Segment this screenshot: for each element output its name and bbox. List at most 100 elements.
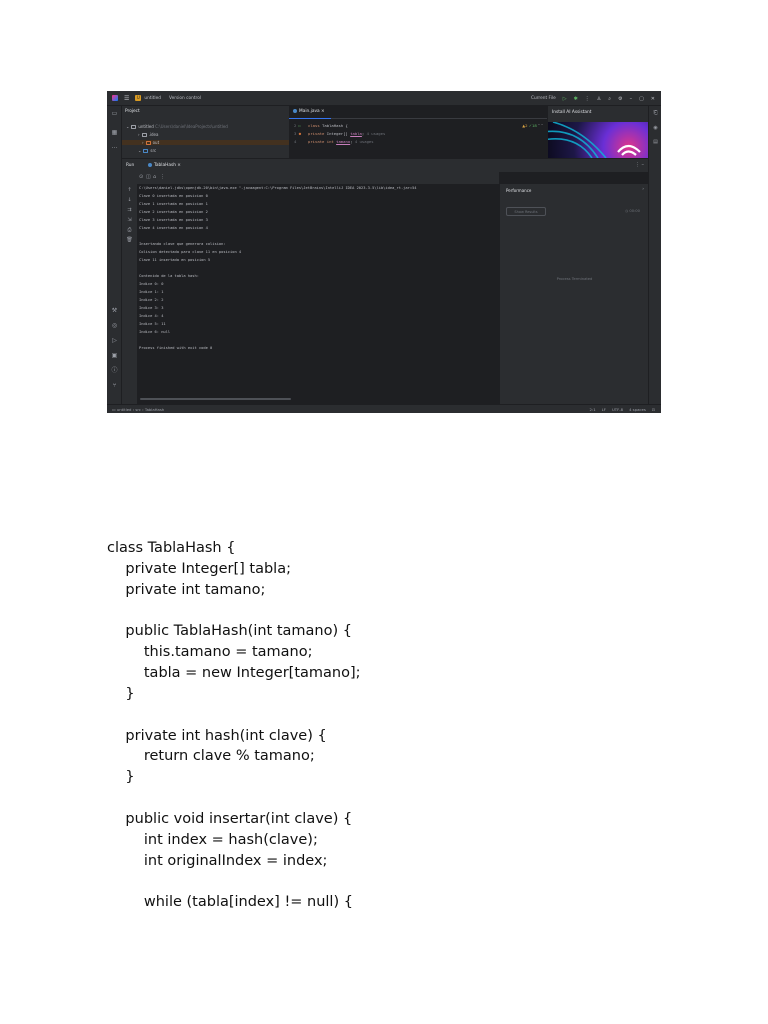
tree-item-idea[interactable]: › .idea [138,132,158,137]
database-icon[interactable]: ▤ [651,138,660,147]
run-icon[interactable]: ▷ [563,96,567,102]
intellij-logo-icon [112,95,118,101]
right-tool-bar: ⎗ ◉ ▤ [648,106,661,404]
console-output[interactable]: C:\Users\daniel.jdks\openjdk-20\bin\java… [137,184,499,404]
scroll-up-icon[interactable]: ↑ [125,186,134,195]
performance-panel: Performance › Show Results ◷ 00:00 Proce… [499,184,648,404]
show-results-button[interactable]: Show Results [506,207,546,216]
project-badge: U [135,95,142,101]
code-line: private Integer[] tabla; [107,560,291,577]
git-icon[interactable]: ⑂ [110,381,119,390]
tab-run-tablahash[interactable]: TablaHash × [144,159,185,173]
console-side-toolbar: ↑ ↓ ⇉ ⇲ ⎙ 🗑 [122,172,137,404]
project-panel-header[interactable]: Project [125,109,140,114]
problems-icon[interactable]: ⓘ [110,366,119,375]
ai-assistant-panel: Install AI Assistant [547,106,649,158]
terminal-icon[interactable]: ▣ [110,351,119,360]
maximize-icon[interactable]: ▢ [639,96,644,102]
notifications-icon[interactable]: ⎗ [651,109,660,118]
print-icon[interactable]: ⎙ [125,226,134,235]
tree-item-src[interactable]: ⌄ src [138,148,156,153]
more-icon[interactable]: ⋮ [585,96,590,102]
run-config-selector[interactable]: Current File [531,96,556,101]
code-editor[interactable]: Main.java × ▲2 ✓18 ˄ ˅ 2 ▷ class TablaHas… [289,106,547,171]
folder-icon [141,133,147,137]
project-selector[interactable]: U untitled [135,95,169,101]
camera-icon[interactable]: ◫ [146,174,151,180]
build-icon[interactable]: ⚒ [110,306,119,315]
hamburger-menu-icon[interactable]: ☰ [124,95,129,102]
indent-setting[interactable]: 4 spaces [629,407,646,412]
console-horizontal-scrollbar[interactable] [140,398,291,400]
code-line: public void insertar(int clave) { [107,810,353,827]
file-encoding[interactable]: UTF-8 [612,407,623,412]
ai-banner-swirl-icon [548,122,641,158]
code-listing: class TablaHash { private Integer[] tabl… [107,538,667,913]
close-icon[interactable]: ✕ [651,96,655,102]
soft-wrap-icon[interactable]: ⇉ [125,206,134,215]
code-line: private int hash(int clave) { [107,727,327,744]
code-line: private int tamano; [107,581,266,598]
console-line: Indice 5: 11 [139,322,166,326]
services-icon[interactable]: ◎ [110,321,119,330]
left-tool-bar: ▭ ▦ … ⚒ ◎ ▷ ▣ ⓘ ⑂ [107,106,122,404]
tab-main-java[interactable]: Main.java × [289,106,331,119]
project-folder-icon[interactable]: ▭ [110,109,119,118]
console-line: C:\Users\daniel.jdks\openjdk-20\bin\java… [139,186,417,190]
run-label: Run [126,163,135,168]
structure-icon[interactable]: ▦ [110,128,119,137]
folder-icon [143,149,149,153]
cursor-position[interactable]: 2:1 [590,407,596,412]
console-line: Colision detectada para clave 11 en posi… [139,250,242,254]
performance-time: ◷ 00:00 [624,209,640,213]
code-line: int index = hash(clave); [107,831,318,848]
java-file-icon [293,108,297,113]
console-line: Indice 3: 3 [139,306,164,310]
trash-icon[interactable]: 🗑 [125,236,134,245]
title-bar: ☰ U untitled Version control Current Fil… [107,91,661,106]
code-line: while (tabla[index] != null) { [107,894,353,911]
performance-title: Performance [506,188,532,193]
console-line: Clave 11 insertada en posicion 5 [139,258,211,262]
console-line: Indice 2: 2 [139,298,164,302]
project-panel: Project ⌄ untitled C:\Users\daniel\IdeaPr… [122,106,289,158]
restore-layout-icon[interactable]: ⊙ [139,174,143,180]
pin-icon[interactable]: ⌂ [153,174,156,180]
more-tools-icon[interactable]: … [110,142,119,151]
line-separator[interactable]: LF [602,407,606,412]
debug-icon[interactable]: ✱ [574,96,578,102]
code-line: } [107,769,135,786]
scroll-down-icon[interactable]: ↓ [125,196,134,205]
console-line: Indice 4: 4 [139,314,164,318]
folder-icon [145,141,151,145]
console-line: Contenido de la tabla hash: [139,274,199,278]
breadcrumb[interactable]: ▭ untitled › src › TablaHash [112,407,164,412]
console-line: Clave 0 insertada en posicion 0 [139,194,208,198]
minimize-icon[interactable]: – [630,96,633,102]
status-bar: ▭ untitled › src › TablaHash 2:1 LF UTF-… [107,404,661,413]
settings-icon[interactable]: ⚙ [618,96,622,102]
code-line: tabla = new Integer[tamano]; [107,665,361,682]
console-more-icon[interactable]: ⋮ [160,174,165,180]
java-file-icon [148,162,152,167]
code-line: } [107,685,135,702]
scroll-to-end-icon[interactable]: ⇲ [125,216,134,225]
chevron-right-icon[interactable]: › [642,187,644,192]
lock-icon[interactable]: ⊡ [652,407,655,412]
tree-item-out[interactable]: › out [122,140,289,145]
account-icon[interactable]: ♙ [597,96,601,102]
tree-item-root[interactable]: ⌄ untitled C:\Users\daniel\IdeaProjects\u… [126,124,228,129]
process-status: Process Terminated [556,277,593,281]
code-line: 4 private int tamano; 4 usages [294,139,374,144]
version-control-menu[interactable]: Version control [169,96,201,101]
search-icon[interactable]: ⌕ [608,96,611,102]
run-options-icon[interactable]: ⋮ – [635,162,644,168]
ai-assistant-icon[interactable]: ◉ [651,124,660,133]
inspection-status[interactable]: ▲2 ✓18 ˄ ˅ [522,123,543,128]
code-line: 2 ▷ class TablaHash { [294,123,348,128]
run-tool-window-header: Run TablaHash × ⋮ – [122,158,648,173]
run-tool-icon[interactable]: ▷ [110,336,119,345]
